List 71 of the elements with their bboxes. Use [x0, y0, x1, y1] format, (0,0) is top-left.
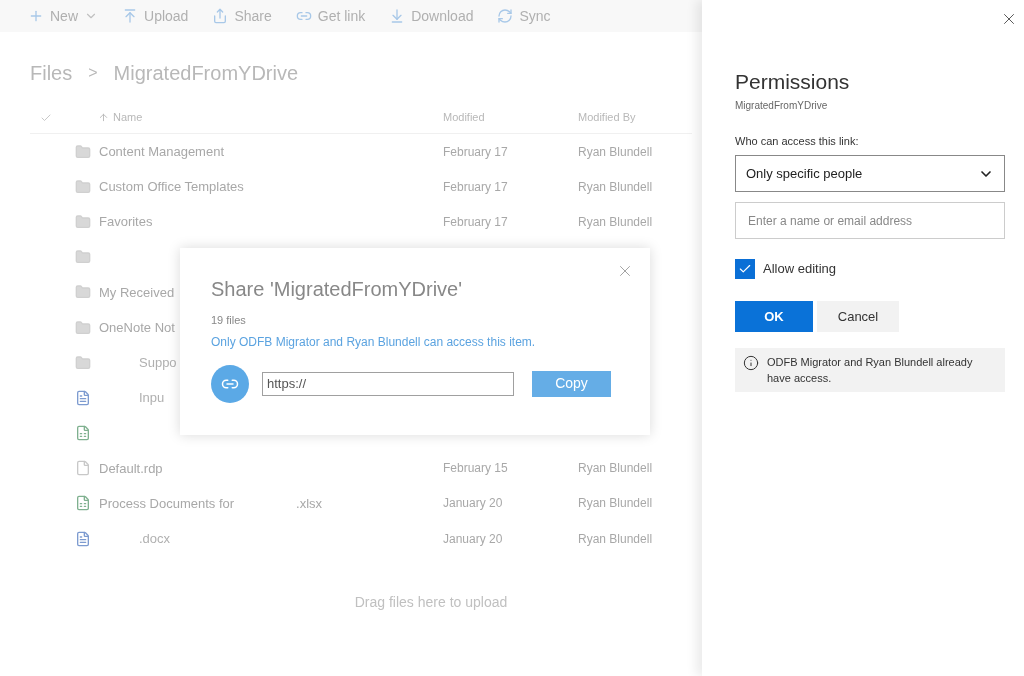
- file-icon: [75, 460, 91, 477]
- file-name[interactable]: Custom Office Templates: [99, 177, 244, 197]
- dialog-title: Share 'MigratedFromYDrive': [211, 277, 464, 302]
- file-name[interactable]: Favorites: [99, 212, 153, 232]
- toolbar-button[interactable]: Upload: [122, 5, 189, 27]
- column-header[interactable]: Modified By: [578, 109, 636, 126]
- folder-icon: [75, 284, 91, 301]
- folder-icon: [75, 213, 91, 230]
- sync-icon: [497, 8, 514, 24]
- modified-date: January 20: [443, 495, 504, 513]
- breadcrumb-separator: >: [88, 63, 98, 83]
- toolbar-button[interactable]: Get link: [295, 5, 366, 27]
- modified-date: January 20: [443, 530, 504, 548]
- file-name[interactable]: Content Management: [99, 141, 225, 162]
- copy-button[interactable]: Copy: [532, 370, 611, 397]
- file-name[interactable]: My Received: [99, 282, 175, 303]
- info-message: ODFB Migrator and Ryan Blundell already have access.: [767, 355, 974, 386]
- file-name[interactable]: .docx: [99, 528, 171, 549]
- toolbar-button[interactable]: Share: [212, 5, 272, 27]
- modified-by: Ryan Blundell: [578, 495, 653, 513]
- modified-by: Ryan Blundell: [578, 143, 653, 161]
- modified-by: Ryan Blundell: [578, 460, 653, 478]
- modified-date: February 17: [443, 178, 509, 196]
- info-icon: [743, 355, 759, 371]
- folder-icon: [75, 354, 91, 371]
- breadcrumb-item[interactable]: Files: [30, 58, 73, 88]
- access-select[interactable]: Only specific people: [735, 155, 1005, 192]
- checkbox[interactable]: [735, 259, 755, 279]
- modified-by: Ryan Blundell: [578, 530, 653, 548]
- modified-by: Ryan Blundell: [578, 213, 653, 231]
- modified-by: Ryan Blundell: [578, 178, 653, 196]
- drop-hint: Drag files here to upload: [354, 593, 508, 613]
- folder-icon: [75, 319, 91, 336]
- field-label: Who can access this link:: [735, 133, 860, 149]
- link-icon: [211, 364, 249, 403]
- spreadsheet-icon: [75, 495, 91, 512]
- spreadsheet-icon: [75, 425, 91, 442]
- plus-icon: [28, 8, 44, 24]
- document-icon: [75, 530, 91, 547]
- sort-icon: [98, 112, 109, 123]
- modified-date: February 17: [443, 213, 509, 231]
- panel-title: Permissions: [735, 69, 851, 95]
- column-header[interactable]: Name: [113, 109, 143, 126]
- document-icon: [75, 389, 91, 406]
- link-field[interactable]: https://: [262, 371, 514, 396]
- folder-icon: [75, 143, 91, 160]
- people-field[interactable]: Enter a name or email address: [735, 202, 1005, 239]
- ok-button[interactable]: OK: [735, 301, 813, 332]
- modified-date: February 17: [443, 143, 509, 161]
- folder-icon: [75, 249, 91, 266]
- file-name[interactable]: OneNote Not: [99, 317, 175, 338]
- file-count: 19 files: [211, 313, 247, 328]
- upload-icon: [122, 8, 138, 24]
- breadcrumb-item[interactable]: MigratedFromYDrive: [113, 58, 299, 88]
- modified-date: February 15: [443, 460, 509, 478]
- toolbar-button[interactable]: Download: [389, 5, 474, 27]
- share-icon: [212, 8, 229, 24]
- file-name[interactable]: Process Documents for: [99, 493, 235, 514]
- file-name[interactable]: Suppo: [99, 352, 177, 373]
- column-header[interactable]: Modified: [443, 109, 578, 126]
- file-extension: .xlsx: [296, 494, 323, 513]
- panel-subtitle: MigratedFromYDrive: [735, 98, 829, 113]
- file-name[interactable]: Default.rdp: [99, 458, 163, 479]
- toolbar-button[interactable]: New: [28, 5, 98, 27]
- cancel-button[interactable]: Cancel: [817, 301, 899, 332]
- folder-icon: [75, 178, 91, 195]
- check-icon: [738, 262, 752, 276]
- toolbar-button[interactable]: Sync: [497, 5, 551, 27]
- access-link[interactable]: Only ODFB Migrator and Ryan Blundell can access this item.: [211, 332, 619, 351]
- file-name[interactable]: Inpu: [99, 388, 165, 408]
- checkbox-label: Allow editing: [763, 260, 836, 279]
